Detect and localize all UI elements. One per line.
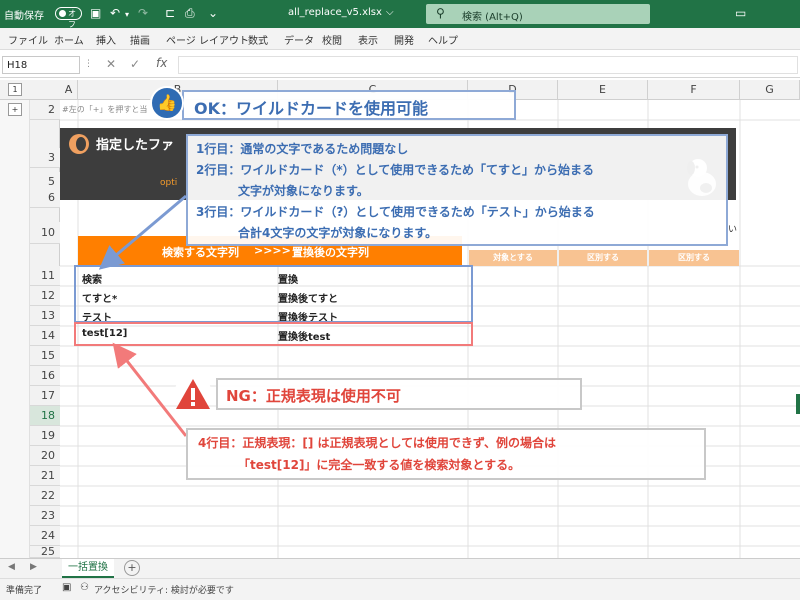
ok-arrow — [98, 194, 187, 270]
ok-callout-title: OK：ワイルドカードを使用可能 — [182, 90, 516, 120]
status-bar: 準備完了 ▣ ⚇ アクセシビリティ: 検討が必要です — [0, 578, 800, 600]
ok-line-5: 合計4文字の文字が対象になります。 — [238, 226, 438, 240]
add-sheet-icon[interactable]: + — [124, 560, 140, 576]
ng-callout-title: NG：正規表現は使用不可 — [216, 378, 582, 410]
status-accessibility[interactable]: アクセシビリティ: 検討が必要です — [94, 583, 234, 596]
status-ready: 準備完了 — [6, 586, 43, 596]
ok-line-1: 1行目：通常の文字であるため問題なし — [196, 142, 409, 156]
ok-callout-body: 1行目：通常の文字であるため問題なし 2行目：ワイルドカード（*）として使用でき… — [186, 134, 728, 246]
ok-line-3: 文字が対象になります。 — [238, 184, 369, 198]
warning-icon — [174, 375, 212, 413]
ok-line-2: 2行目：ワイルドカード（*）として使用できるため「てすと」から始まる — [196, 163, 595, 177]
next-sheet-icon[interactable]: ▶ — [30, 562, 37, 572]
ng-line-1: 4行目：正規表現：[] は正規表現としては使用できず、例の場合は — [198, 436, 557, 450]
ng-line-2: 「test[12]」に完全一致する値を検索対象とする。 — [238, 458, 521, 472]
ng-title-text: NG：正規表現は使用不可 — [226, 387, 401, 405]
sheet-tab-bar: ◀ ▶ 一括置換 + — [0, 558, 800, 578]
sheet-tab-active[interactable]: 一括置換 — [62, 559, 114, 578]
ok-highlight-box — [74, 265, 473, 323]
thumbs-up-icon: 👍 — [150, 86, 184, 120]
accessibility-icon[interactable]: ⚇ — [80, 582, 89, 593]
ng-callout-body: 4行目：正規表現：[] は正規表現としては使用できず、例の場合は 「test[1… — [186, 428, 706, 480]
prev-sheet-icon[interactable]: ◀ — [8, 562, 15, 572]
ng-highlight-box — [74, 322, 473, 346]
ok-line-4: 3行目：ワイルドカード（?）として使用できるため「テスト」から始まる — [196, 205, 595, 219]
ok-title-text: OK：ワイルドカードを使用可能 — [194, 99, 429, 118]
macro-record-icon[interactable]: ▣ — [62, 582, 71, 593]
